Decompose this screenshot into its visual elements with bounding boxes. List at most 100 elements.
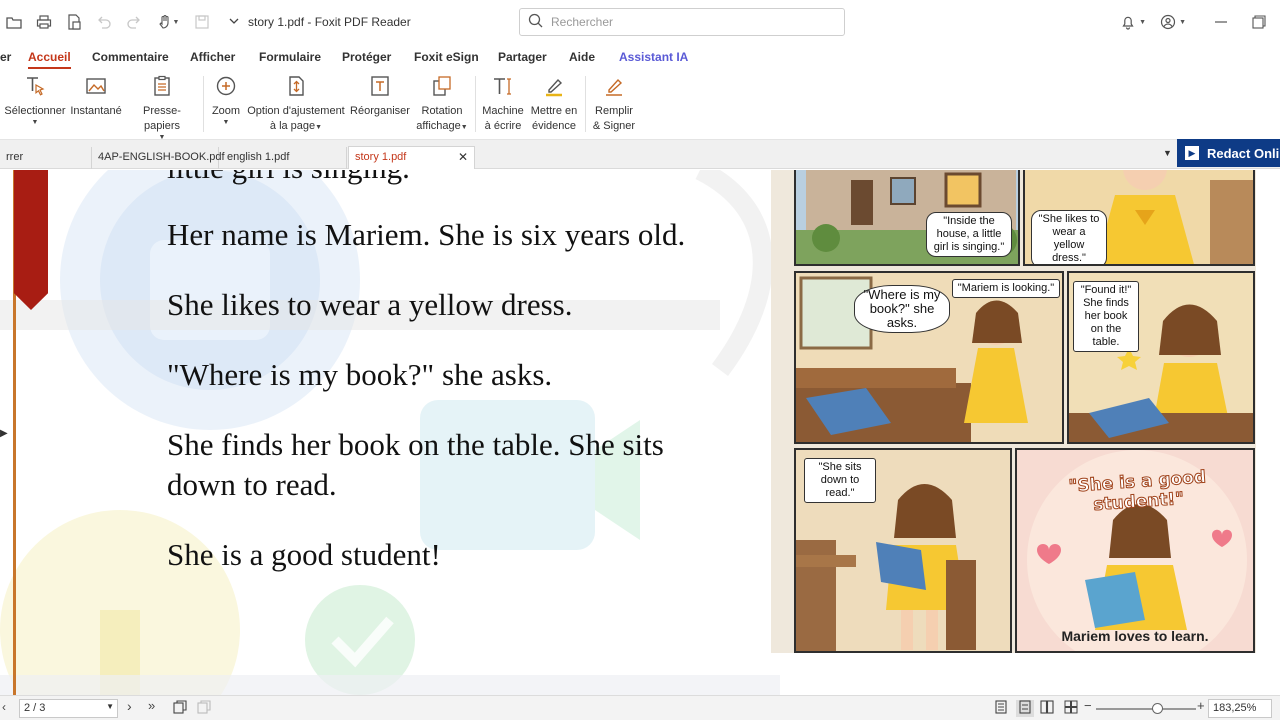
notification-bell-icon[interactable]: ▼ (1120, 14, 1146, 30)
snapshot-button[interactable]: Instantané (70, 74, 122, 119)
menu-tab-accueil[interactable]: Accueil (28, 50, 71, 69)
comic-bubble-5: "She sits down to read." (804, 458, 876, 503)
menu-item-partial[interactable]: er (0, 50, 11, 64)
comic-bubble-3b: "Mariem is looking." (952, 279, 1060, 298)
doc-tab-4ap-english-book[interactable]: 4AP-ENGLISH-BOOK.pdf (92, 147, 225, 169)
rotate-view-icon (431, 74, 453, 98)
next-page-icon[interactable]: › (127, 698, 132, 714)
highlighter-icon (543, 74, 565, 98)
zoom-button[interactable]: Zoom ▼ (210, 74, 242, 127)
hand-tool-icon[interactable]: ▼ (156, 14, 180, 30)
collapse-panel-arrow-icon[interactable]: ▶ (0, 428, 8, 439)
search-placeholder: Rechercher (551, 15, 614, 29)
quick-access-toolbar: ▼ (0, 14, 210, 30)
comic-caption: Mariem loves to learn. (1061, 628, 1209, 644)
reorganize-button[interactable]: Réorganiser (350, 74, 410, 119)
highlight-button[interactable]: Mettre en évidence (529, 74, 579, 134)
rotate-view-button[interactable]: Rotation affichage▼ (413, 74, 471, 134)
menu-tab-assistant-ia[interactable]: Assistant IA (619, 50, 688, 64)
comic-panel-reading: "She sits down to read." (794, 448, 1012, 653)
menu-tab-formulaire[interactable]: Formulaire (259, 50, 321, 64)
previous-page-icon[interactable]: ‹ (2, 700, 6, 714)
title-bar: ▼ story 1.pdf - Foxit PDF Reader Recherc… (0, 0, 1280, 44)
fill-sign-button[interactable]: Remplir & Signer (590, 74, 638, 134)
document-viewport[interactable]: ▶ little girl is singing. Her name is Ma… (0, 170, 1280, 695)
menu-tab-proteger[interactable]: Protéger (342, 50, 391, 64)
menu-tab-commentaire[interactable]: Commentaire (92, 50, 169, 64)
page-dropdown-icon[interactable]: ▼ (106, 702, 114, 711)
fit-page-icon (285, 74, 307, 98)
chevron-down-icon[interactable] (228, 15, 240, 30)
zoom-slider-thumb[interactable] (1152, 703, 1163, 714)
save-icon[interactable] (194, 14, 210, 30)
minimize-icon[interactable] (1214, 15, 1228, 29)
comic-bubble-3a: "Where is my book?" she asks. (854, 285, 950, 333)
story-line-3: She likes to wear a yellow dress. (167, 287, 573, 322)
copy-page-icon[interactable] (173, 700, 187, 717)
comic-illustration: "Inside the house, a little girl is sing… (771, 170, 1256, 653)
menu-tab-partager[interactable]: Partager (498, 50, 547, 64)
page-number-field[interactable]: 2 / 3 ▼ (19, 699, 118, 718)
doc-tab-story-1[interactable]: story 1.pdf ✕ (348, 146, 475, 169)
print-icon[interactable] (36, 14, 52, 30)
typewriter-button[interactable]: Machine à écrire (480, 74, 526, 134)
zoom-in-small-icon[interactable]: + (1197, 698, 1205, 713)
menu-tab-afficher[interactable]: Afficher (190, 50, 235, 64)
document-tab-bar: rrer 4AP-ENGLISH-BOOK.pdf english 1.pdf … (0, 140, 1280, 169)
redact-online-button[interactable]: ▶ Redact Onli (1177, 139, 1280, 167)
paste-page-icon[interactable] (197, 700, 211, 717)
ribbon-toolbar: Sélectionner ▼ Instantané Presse-papiers… (0, 70, 1280, 142)
single-page-view-icon[interactable] (994, 700, 1008, 717)
save-as-icon[interactable] (66, 14, 82, 30)
fill-sign-icon (603, 74, 625, 98)
restore-window-icon[interactable] (1252, 15, 1266, 29)
window-title-text: story 1.pdf - Foxit PDF Reader (248, 15, 411, 29)
comic-panel-good-student: "She is a good student!" Mariem loves to… (1015, 448, 1255, 653)
select-button[interactable]: Sélectionner ▼ (4, 74, 66, 127)
story-line-7: She is a good student! (167, 537, 441, 572)
window-title: story 1.pdf - Foxit PDF Reader (228, 15, 411, 30)
story-line-2: Her name is Mariem. She is six years old… (167, 217, 686, 252)
story-line-6: down to read. (167, 467, 337, 502)
tab-list-dropdown-icon[interactable]: ▼ (1163, 148, 1172, 158)
story-line-4: "Where is my book?" she asks. (167, 357, 553, 392)
comic-panel-dress: "She likes to wear a yellow dress." (1023, 170, 1255, 266)
status-bar: ‹ 2 / 3 ▼ › » − + 183,25% (0, 695, 1280, 720)
comic-panel-found: "Found it!" She finds her book on the ta… (1067, 271, 1255, 444)
facing-view-icon[interactable] (1040, 700, 1054, 717)
typewriter-icon (492, 74, 514, 98)
comic-bubble-1: "Inside the house, a little girl is sing… (926, 212, 1012, 257)
continuous-view-icon[interactable] (1016, 700, 1034, 717)
fit-page-button[interactable]: Option d'ajustement à la page▼ (247, 74, 345, 134)
zoom-in-icon (215, 74, 237, 98)
search-icon (528, 13, 543, 31)
menu-tab-aide[interactable]: Aide (569, 50, 595, 64)
clipboard-button[interactable]: Presse-papiers ▼ (128, 74, 196, 142)
account-icon[interactable]: ▼ (1160, 14, 1186, 30)
menu-bar: er Accueil Commentaire Afficher Formulai… (0, 44, 1280, 70)
menu-tab-foxit-esign[interactable]: Foxit eSign (414, 50, 479, 64)
doc-tab-partial[interactable]: rrer (0, 147, 92, 169)
redo-icon[interactable] (126, 14, 142, 30)
undo-icon[interactable] (96, 14, 112, 30)
title-bar-right: ▼ ▼ (1120, 0, 1280, 44)
story-line-5: She finds her book on the table. She sit… (167, 427, 664, 462)
reorganize-icon (369, 74, 391, 98)
bookmark-ribbon-graphic (14, 170, 48, 310)
zoom-slider-track[interactable] (1096, 708, 1196, 710)
zoom-out-icon[interactable]: − (1084, 698, 1092, 713)
story-line-1: little girl is singing. (167, 170, 410, 188)
redact-icon: ▶ (1185, 146, 1199, 160)
snapshot-icon (85, 74, 107, 98)
select-text-icon (24, 74, 46, 98)
last-page-icon[interactable]: » (148, 698, 155, 713)
doc-tab-english-1[interactable]: english 1.pdf (221, 147, 347, 169)
comic-bubble-2: "She likes to wear a yellow dress." (1031, 210, 1107, 264)
search-input[interactable]: Rechercher (519, 8, 845, 36)
comic-panel-looking: "Where is my book?" she asks. "Mariem is… (794, 271, 1064, 444)
zoom-level-field[interactable]: 183,25% (1208, 699, 1272, 718)
close-tab-icon[interactable]: ✕ (458, 150, 468, 164)
open-folder-icon[interactable] (6, 14, 22, 30)
continuous-facing-view-icon[interactable] (1064, 700, 1078, 717)
clipboard-icon (151, 74, 173, 98)
